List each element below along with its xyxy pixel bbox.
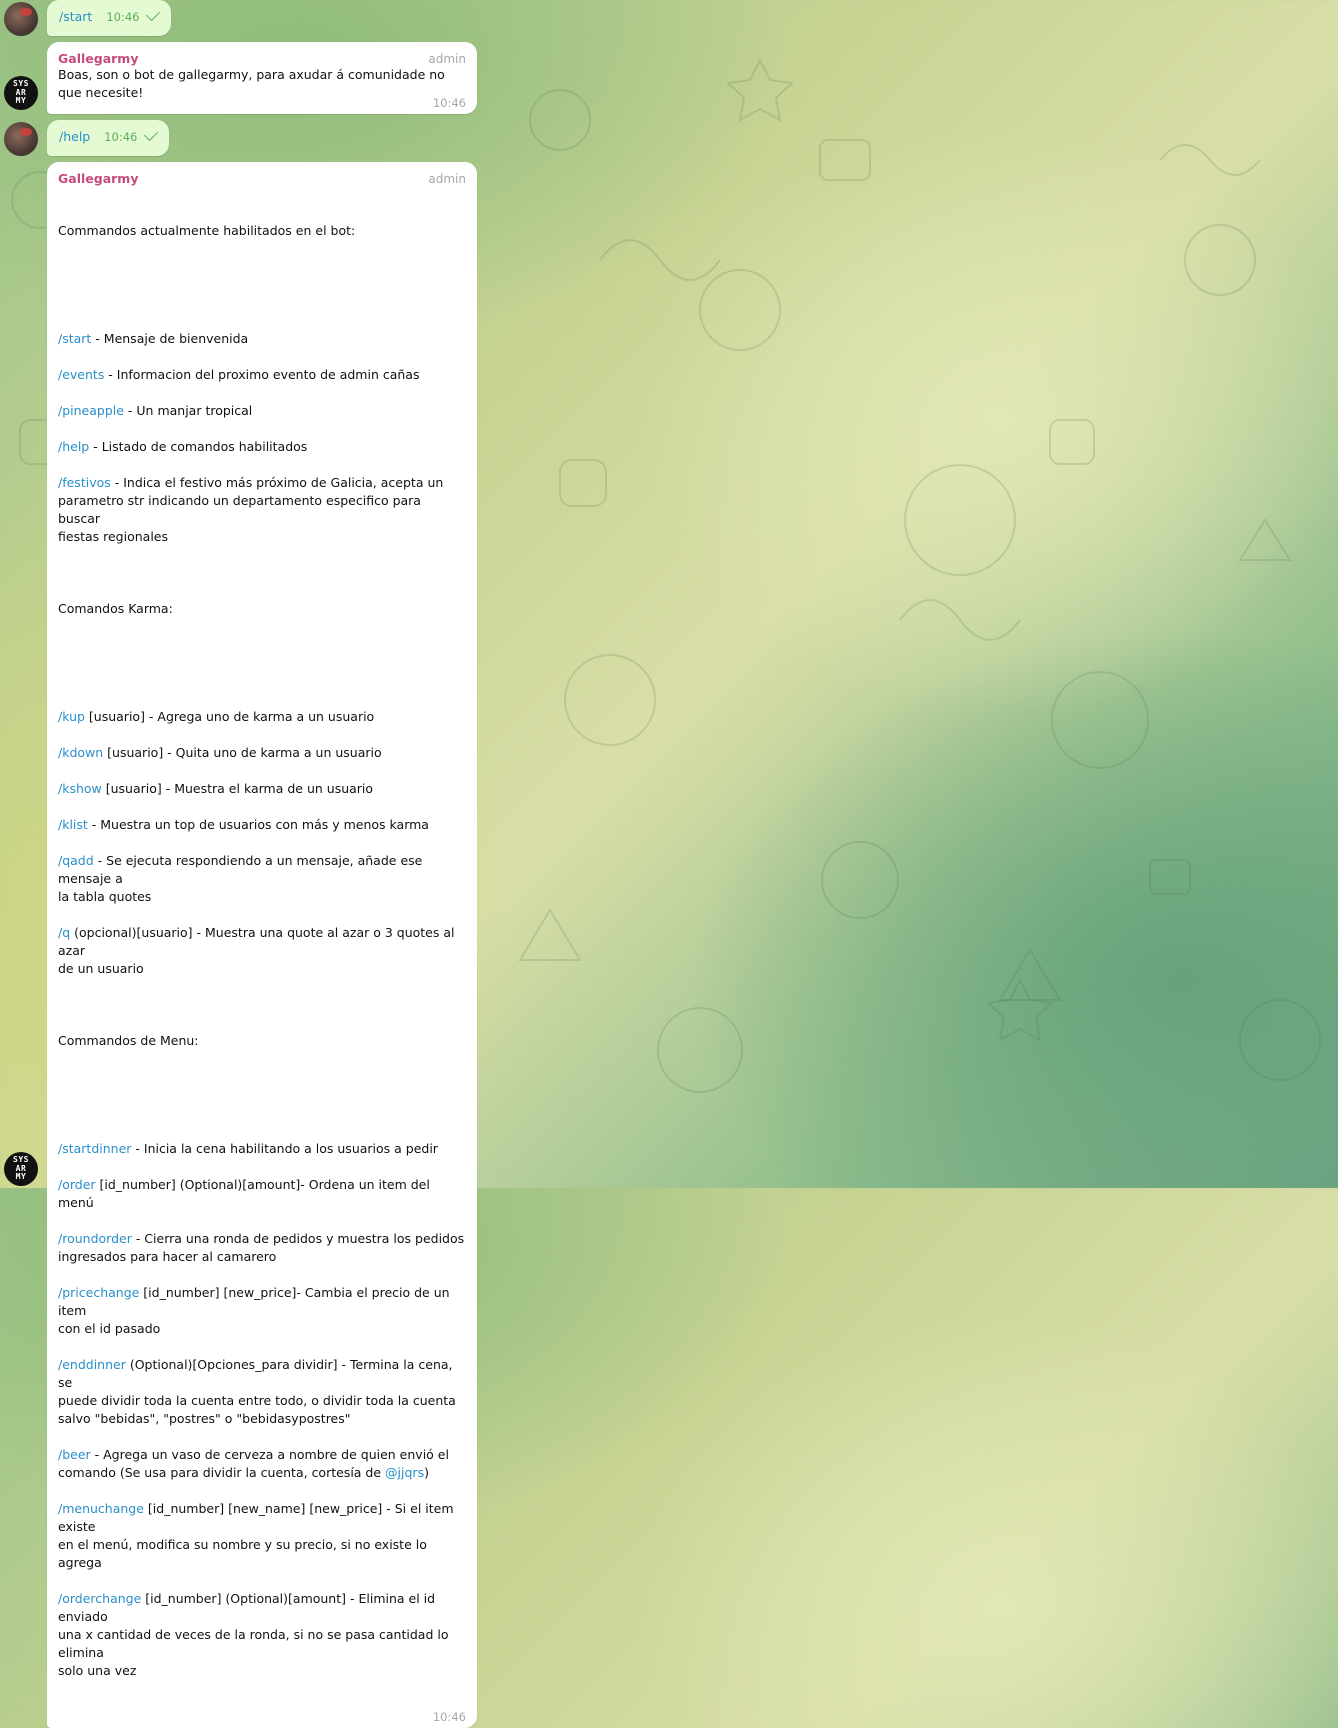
incoming-message-bubble[interactable]: Gallegarmy admin Boas, son o bot de gall… bbox=[47, 42, 477, 114]
command-description: [usuario] - Agrega uno de karma a un usu… bbox=[84, 709, 375, 724]
karma-header: Comandos Karma: bbox=[58, 601, 173, 616]
command-description: - Indica el festivo más próximo de Galic… bbox=[58, 475, 444, 544]
command-link[interactable]: /pricechange bbox=[58, 1285, 139, 1300]
command-entry: /order [id_number] (Optional)[amount]- O… bbox=[58, 1176, 466, 1212]
menu-header: Commandos de Menu: bbox=[58, 1033, 199, 1048]
command-link[interactable]: /qadd bbox=[58, 853, 94, 868]
command-description: - Listado de comandos habilitados bbox=[89, 439, 308, 454]
command-link[interactable]: /q bbox=[58, 925, 70, 940]
command-description: [id_number] (Optional)[amount]- Ordena u… bbox=[58, 1177, 434, 1210]
command-link[interactable]: /enddinner bbox=[58, 1357, 126, 1372]
command-entry: /kdown [usuario] - Quita uno de karma a … bbox=[58, 744, 466, 762]
read-check-icon bbox=[146, 6, 161, 22]
command-link[interactable]: /kup bbox=[58, 709, 85, 724]
message-text[interactable]: /start bbox=[59, 9, 92, 24]
command-link[interactable]: /kdown bbox=[58, 745, 103, 760]
command-entry: /orderchange [id_number] (Optional)[amou… bbox=[58, 1590, 466, 1680]
message-text[interactable]: /help bbox=[59, 129, 90, 144]
command-link[interactable]: /start bbox=[58, 331, 91, 346]
command-link[interactable]: /help bbox=[58, 439, 89, 454]
command-link[interactable]: /startdinner bbox=[58, 1141, 131, 1156]
command-link[interactable]: /klist bbox=[58, 817, 88, 832]
outgoing-message-bubble[interactable]: /start 10:46 bbox=[47, 0, 172, 36]
command-link[interactable]: /pineapple bbox=[58, 403, 124, 418]
sender-name[interactable]: Gallegarmy bbox=[58, 171, 138, 186]
user-mention-link[interactable]: @jjqrs bbox=[385, 1465, 424, 1480]
command-entry: /pricechange [id_number] [new_price]- Ca… bbox=[58, 1284, 466, 1338]
command-link[interactable]: /roundorder bbox=[58, 1231, 132, 1246]
outgoing-message-bubble[interactable]: /help 10:46 bbox=[47, 120, 170, 156]
command-description: - Muestra un top de usuarios con más y m… bbox=[87, 817, 429, 832]
command-description-tail: ) bbox=[424, 1465, 429, 1480]
command-entry: /events - Informacion del proximo evento… bbox=[58, 366, 466, 384]
sender-role-badge: admin bbox=[428, 172, 466, 186]
command-entry: /festivos - Indica el festivo más próxim… bbox=[58, 474, 466, 546]
command-link[interactable]: /menuchange bbox=[58, 1501, 144, 1516]
command-link[interactable]: /events bbox=[58, 367, 104, 382]
command-link[interactable]: /beer bbox=[58, 1447, 91, 1462]
command-entry: /klist - Muestra un top de usuarios con … bbox=[58, 816, 466, 834]
bot-avatar-text-3: MY bbox=[15, 96, 27, 106]
command-entry: /start - Mensaje de bienvenida bbox=[58, 330, 466, 348]
help-intro: Commandos actualmente habilitados en el … bbox=[58, 223, 356, 238]
command-link[interactable]: /kshow bbox=[58, 781, 102, 796]
command-entry: /startdinner - Inicia la cena habilitand… bbox=[58, 1140, 466, 1158]
command-description: - Se ejecuta respondiendo a un mensaje, … bbox=[58, 853, 423, 904]
command-entry: /kshow [usuario] - Muestra el karma de u… bbox=[58, 780, 466, 798]
command-description: - Mensaje de bienvenida bbox=[91, 331, 249, 346]
command-entry: /beer - Agrega un vaso de cerveza a nomb… bbox=[58, 1446, 466, 1482]
sender-role-badge: admin bbox=[428, 52, 466, 66]
command-link[interactable]: /festivos bbox=[58, 475, 111, 490]
sender-name[interactable]: Gallegarmy bbox=[58, 51, 138, 66]
menu-commands-list: /startdinner - Inicia la cena habilitand… bbox=[58, 1140, 466, 1680]
command-description: - Inicia la cena habilitando a los usuar… bbox=[131, 1141, 438, 1156]
command-entry: /menuchange [id_number] [new_name] [new_… bbox=[58, 1500, 466, 1572]
user-avatar[interactable] bbox=[4, 2, 38, 36]
command-entry: /pineapple - Un manjar tropical bbox=[58, 402, 466, 420]
help-message-body: Commandos actualmente habilitados en el … bbox=[58, 186, 466, 1716]
bot-avatar-text-3: MY bbox=[15, 1172, 27, 1182]
incoming-message-bubble[interactable]: Gallegarmy admin Commandos actualmente h… bbox=[47, 162, 477, 1728]
command-description: - Informacion del proximo evento de admi… bbox=[104, 367, 420, 382]
command-entry: /kup [usuario] - Agrega uno de karma a u… bbox=[58, 708, 466, 726]
user-avatar[interactable] bbox=[4, 122, 38, 156]
command-entry: /help - Listado de comandos habilitados bbox=[58, 438, 466, 456]
bot-avatar[interactable]: SYS AR MY bbox=[4, 76, 38, 110]
command-link[interactable]: /order bbox=[58, 1177, 96, 1192]
command-entry: /roundorder - Cierra una ronda de pedido… bbox=[58, 1230, 466, 1266]
bot-avatar[interactable]: SYS AR MY bbox=[4, 1152, 38, 1186]
basic-commands-list: /start - Mensaje de bienvenida/events - … bbox=[58, 330, 466, 564]
command-description: (opcional)[usuario] - Muestra una quote … bbox=[58, 925, 455, 976]
command-description: - Un manjar tropical bbox=[123, 403, 253, 418]
read-check-icon bbox=[144, 126, 159, 142]
command-link[interactable]: /orderchange bbox=[58, 1591, 141, 1606]
command-description: [usuario] - Muestra el karma de un usuar… bbox=[101, 781, 374, 796]
message-time: 10:46 bbox=[432, 1710, 466, 1724]
command-entry: /enddinner (Optional)[Opciones_para divi… bbox=[58, 1356, 466, 1428]
message-time: 10:46 bbox=[104, 130, 138, 144]
command-entry: /q (opcional)[usuario] - Muestra una quo… bbox=[58, 924, 466, 978]
command-description: [usuario] - Quita uno de karma a un usua… bbox=[103, 745, 382, 760]
karma-commands-list: /kup [usuario] - Agrega uno de karma a u… bbox=[58, 708, 466, 996]
command-entry: /qadd - Se ejecuta respondiendo a un men… bbox=[58, 852, 466, 906]
message-time: 10:46 bbox=[106, 10, 140, 24]
